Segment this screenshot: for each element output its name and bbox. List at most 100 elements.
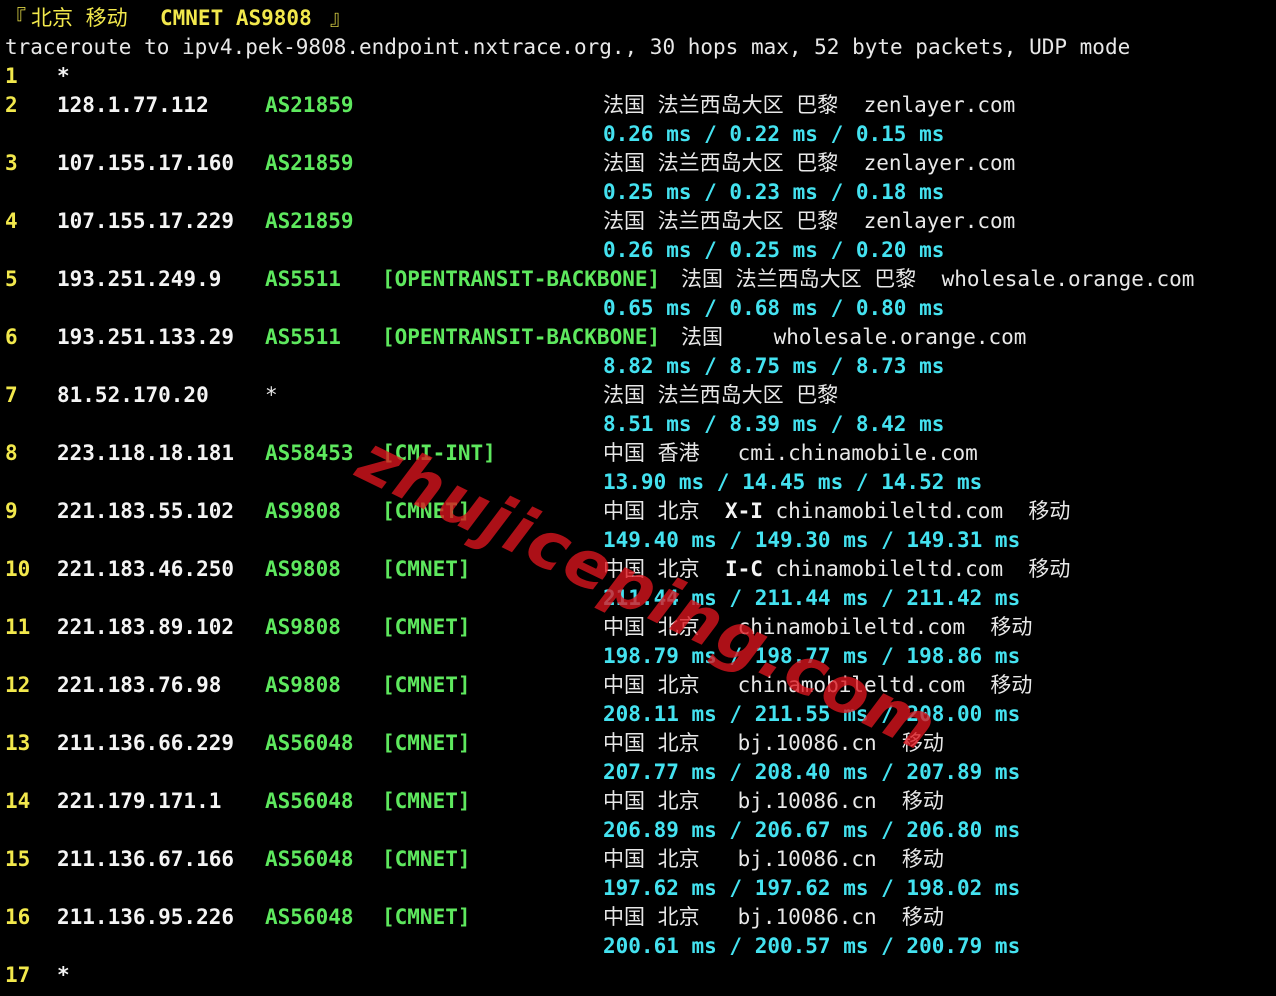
hop-latency: 13.90 ms / 14.45 ms / 14.52 ms	[603, 470, 983, 494]
hop-geo: 中国 北京 bj.10086.cn 移动	[603, 789, 944, 813]
header-location: 北京 移动	[31, 6, 128, 30]
hop-row: 11 221.183.89.102 AS9808 [CMNET] 中国 北京 c…	[0, 613, 1276, 642]
hop-ip: 221.179.171.1	[57, 789, 222, 813]
hop-number: 14	[5, 789, 31, 813]
hop-asn: AS5511	[265, 325, 341, 349]
hop-row: 16 211.136.95.226 AS56048 [CMNET] 中国 北京 …	[0, 903, 1276, 932]
hop-geo: 中国 北京 bj.10086.cn 移动	[603, 905, 944, 929]
hop-number: 12	[5, 673, 31, 697]
hop-number: 5	[5, 267, 18, 291]
hop-network-tag: [OPENTRANSIT-BACKBONE]	[382, 267, 661, 291]
hop-geo: 中国 北京 chinamobileltd.com 移动	[603, 615, 1033, 639]
hop-ip: 221.183.55.102	[57, 499, 235, 523]
hop-row: 15 211.136.67.166 AS56048 [CMNET] 中国 北京 …	[0, 845, 1276, 874]
hop-number: 1	[5, 64, 18, 88]
hop-asn: AS9808	[265, 615, 341, 639]
hop-geo: 中国 北京 X-I chinamobileltd.com 移动	[603, 497, 1070, 526]
hop-ip: 221.183.76.98	[57, 673, 222, 697]
hop-latency: 0.65 ms / 0.68 ms / 0.80 ms	[603, 296, 945, 320]
hop-row: 1 *	[0, 62, 1276, 91]
hop-row: 8 223.118.18.181 AS58453 [CMI-INT] 中国 香港…	[0, 439, 1276, 468]
hop-geo: 法国 wholesale.orange.com	[681, 325, 1027, 349]
hop-geo: 中国 北京 I-C chinamobileltd.com 移动	[603, 555, 1070, 584]
hop-number: 16	[5, 905, 31, 929]
hop-asn: AS56048	[265, 789, 354, 813]
hop-ip: 193.251.133.29	[57, 325, 235, 349]
hop-latency-row: 0.65 ms / 0.68 ms / 0.80 ms	[0, 294, 1276, 323]
hop-number: 9	[5, 499, 18, 523]
command-text: traceroute to ipv4.pek-9808.endpoint.nxt…	[5, 35, 1131, 59]
hop-geo-location: 中国 北京	[603, 557, 725, 581]
hop-asn: AS9808	[265, 673, 341, 697]
hop-latency-row: 0.25 ms / 0.23 ms / 0.18 ms	[0, 178, 1276, 207]
hop-ip: 211.136.67.166	[57, 847, 235, 871]
hop-latency-row: 207.77 ms / 208.40 ms / 207.89 ms	[0, 758, 1276, 787]
hop-network-tag: [CMNET]	[382, 789, 471, 813]
hop-latency-row: 13.90 ms / 14.45 ms / 14.52 ms	[0, 468, 1276, 497]
traceroute-command-line: traceroute to ipv4.pek-9808.endpoint.nxt…	[0, 33, 1276, 62]
header-open-bracket: 『	[5, 6, 26, 30]
hop-row: 6 193.251.133.29 AS5511 [OPENTRANSIT-BAC…	[0, 323, 1276, 352]
hop-latency: 0.25 ms / 0.23 ms / 0.18 ms	[603, 180, 945, 204]
hop-number: 2	[5, 93, 18, 117]
hop-network-tag: [CMNET]	[382, 847, 471, 871]
hop-network-tag: [CMI-INT]	[382, 441, 496, 465]
hop-ip: 128.1.77.112	[57, 93, 209, 117]
hop-asn: AS58453	[265, 441, 354, 465]
hop-asn: *	[265, 383, 278, 407]
hop-asn: AS56048	[265, 905, 354, 929]
hop-ip: *	[57, 64, 70, 88]
hop-asn: AS56048	[265, 847, 354, 871]
hop-network-tag: [CMNET]	[382, 615, 471, 639]
hop-latency-row: 200.61 ms / 200.57 ms / 200.79 ms	[0, 932, 1276, 961]
hop-latency-row: 8.82 ms / 8.75 ms / 8.73 ms	[0, 352, 1276, 381]
hop-latency-row: 149.40 ms / 149.30 ms / 149.31 ms	[0, 526, 1276, 555]
hop-geo: 中国 香港 cmi.chinamobile.com	[603, 441, 978, 465]
hop-asn: AS56048	[265, 731, 354, 755]
hop-geo: 中国 北京 chinamobileltd.com 移动	[603, 673, 1033, 697]
region-header: 『北京 移动 CMNET AS9808 』	[0, 4, 1276, 33]
hop-asn: AS9808	[265, 557, 341, 581]
hop-ip: 211.136.95.226	[57, 905, 235, 929]
hop-latency-row: 8.51 ms / 8.39 ms / 8.42 ms	[0, 410, 1276, 439]
hop-ip: 193.251.249.9	[57, 267, 222, 291]
hop-number: 17	[5, 963, 31, 987]
hop-router-code: I-C	[724, 557, 763, 581]
hop-geo: 法国 法兰西岛大区 巴黎	[603, 383, 839, 407]
hop-geo: 中国 北京 bj.10086.cn 移动	[603, 731, 944, 755]
hop-number: 3	[5, 151, 18, 175]
hop-row: 14 221.179.171.1 AS56048 [CMNET] 中国 北京 b…	[0, 787, 1276, 816]
hop-asn: AS5511	[265, 267, 341, 291]
hop-ip: 107.155.17.160	[57, 151, 235, 175]
hop-latency-row: 197.62 ms / 197.62 ms / 198.02 ms	[0, 874, 1276, 903]
hop-geo: 法国 法兰西岛大区 巴黎 wholesale.orange.com	[681, 267, 1195, 291]
terminal-window[interactable]: 『北京 移动 CMNET AS9808 』 traceroute to ipv4.p…	[0, 0, 1276, 996]
hop-network-tag: [OPENTRANSIT-BACKBONE]	[382, 325, 661, 349]
hop-latency-row: 198.79 ms / 198.77 ms / 198.86 ms	[0, 642, 1276, 671]
header-network: CMNET AS9808	[160, 6, 312, 30]
hop-geo-domain: chinamobileltd.com 移动	[762, 557, 1071, 581]
header-close-bracket: 』	[330, 6, 351, 30]
hop-latency-row: 0.26 ms / 0.25 ms / 0.20 ms	[0, 236, 1276, 265]
hop-asn: AS9808	[265, 499, 341, 523]
hop-asn: AS21859	[265, 151, 354, 175]
hop-latency: 207.77 ms / 208.40 ms / 207.89 ms	[603, 760, 1021, 784]
hop-ip: *	[57, 963, 70, 987]
hop-latency: 149.40 ms / 149.30 ms / 149.31 ms	[603, 528, 1021, 552]
hop-geo-location: 中国 北京	[603, 499, 725, 523]
hop-number: 4	[5, 209, 18, 233]
hop-network-tag: [CMNET]	[382, 731, 471, 755]
hop-row: 5 193.251.249.9 AS5511 [OPENTRANSIT-BACK…	[0, 265, 1276, 294]
hop-latency: 208.11 ms / 211.55 ms / 208.00 ms	[603, 702, 1021, 726]
hop-network-tag: [CMNET]	[382, 499, 471, 523]
hop-ip: 221.183.89.102	[57, 615, 235, 639]
hop-latency: 8.51 ms / 8.39 ms / 8.42 ms	[603, 412, 945, 436]
hop-ip: 211.136.66.229	[57, 731, 235, 755]
hop-row: 10 221.183.46.250 AS9808 [CMNET] 中国 北京 I…	[0, 555, 1276, 584]
hop-latency: 211.44 ms / 211.44 ms / 211.42 ms	[603, 586, 1021, 610]
hop-latency-row: 208.11 ms / 211.55 ms / 208.00 ms	[0, 700, 1276, 729]
hop-number: 6	[5, 325, 18, 349]
hop-number: 8	[5, 441, 18, 465]
hop-row: 12 221.183.76.98 AS9808 [CMNET] 中国 北京 ch…	[0, 671, 1276, 700]
hop-network-tag: [CMNET]	[382, 673, 471, 697]
